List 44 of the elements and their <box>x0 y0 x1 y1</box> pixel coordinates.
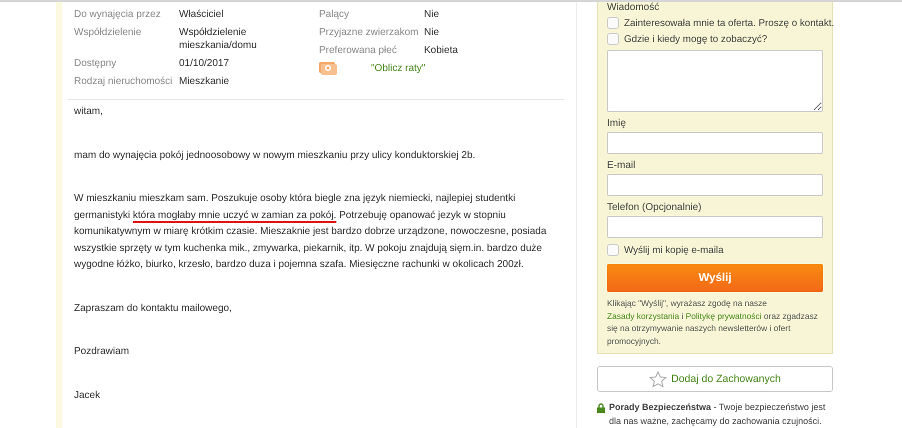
detail-value: Nie <box>424 8 440 21</box>
description-paragraph: Pozdrawiam <box>74 345 130 359</box>
checkbox[interactable] <box>607 33 619 45</box>
detail-label: Rodzaj nieruchomości <box>74 75 174 88</box>
lock-icon <box>597 403 605 413</box>
star-icon <box>649 370 668 388</box>
input-field[interactable] <box>607 174 823 196</box>
field-label: E-mail <box>607 160 636 171</box>
detail-value: Współdzielenie mieszkania/domu <box>179 26 258 52</box>
detail-value: 01/10/2017 <box>179 57 230 70</box>
detail-label: Dostępny <box>74 57 118 70</box>
checkbox[interactable] <box>607 17 619 29</box>
checkbox[interactable] <box>607 244 619 256</box>
terms-link[interactable]: Zasady korzystania <box>607 310 680 320</box>
banknote-icon <box>319 62 337 75</box>
detail-value: Kobieta <box>424 44 459 57</box>
detail-label: Przyjazne zwierzakom <box>319 26 420 39</box>
description-paragraph: mam do wynajęcia pokój jednoosobowy w nowym mieszkaniu przy ulicy konduktorskiej 2b. <box>74 148 476 162</box>
detail-label: Współdzielenie <box>74 26 142 40</box>
save-to-favorites-button[interactable]: Dodaj do Zachowanych <box>597 366 833 392</box>
checkbox-label: Gdzie i kiedy mogę to zobaczyć? <box>624 34 768 44</box>
calculate-installments-link[interactable]: "Oblicz raty" <box>371 62 426 75</box>
field-label: Telefon (Opcjonalnie) <box>607 202 702 213</box>
privacy-link[interactable]: Politykę prywatności <box>686 310 762 320</box>
checkbox-label: Zainteresowała mnie ta oferta. Proszę o kontakt. <box>624 18 834 28</box>
message-label: Wiadomość <box>607 2 660 14</box>
consent-text: Klikając "Wyślij", wyrażasz zgodę na nasze Zasady korzystania i Politykę prywatności oraz zgadzasz się na otrzymywanie naszych newsletterów i ofert promocyjnych. <box>607 297 819 347</box>
description-paragraph: witam, <box>74 105 104 119</box>
checkbox-label: Wyślij mi kopię e-maila <box>624 244 724 256</box>
detail-label: Preferowana płeć <box>319 44 398 57</box>
detail-label: Do wynajęcia przez <box>74 8 162 21</box>
detail-label: Palący <box>319 8 350 21</box>
detail-value: Nie <box>424 26 440 39</box>
description-paragraph: Zapraszam do kontaktu mailowego, <box>74 302 233 316</box>
detail-value: Właściciel <box>179 8 224 21</box>
send-button[interactable]: Wyślij <box>607 264 823 292</box>
input-field[interactable] <box>607 132 823 154</box>
detail-value: Mieszkanie <box>179 75 230 88</box>
field-label: Imię <box>607 118 627 129</box>
description-paragraph: W mieszkaniu mieszkam sam. Poszukuje osoby która biegle zna język niemiecki, najlepiej studentki germanistyki która mogłaby mnie uczyć w zamian za pokój. Potrzebuję opanować jezyk w stopniu komunikatywnym w miarę krótkim czasie. Mieszaknie jest bardzo dobrze urządzone, nowoczesne, posiada wszystkie sprzęty w tym kuchenka mik., zmywarka, piekarnik, itp. W pokoju znajdują sięm.in. bardzo duże wygodne łóżko, biurko, krzesło, bardzo duza i pojemna szafa. Miesięczne rachunki w okolicach 200zł. <box>74 192 548 272</box>
description-paragraph: Jacek <box>74 388 102 402</box>
safety-tips-text: Porady Bezpieczeństwa - Twoje bezpieczeństwo jest dla nas ważne, zachęcamy do zachowania czujności. <box>609 401 826 428</box>
message-textarea[interactable] <box>607 50 823 112</box>
input-field[interactable] <box>607 216 823 238</box>
